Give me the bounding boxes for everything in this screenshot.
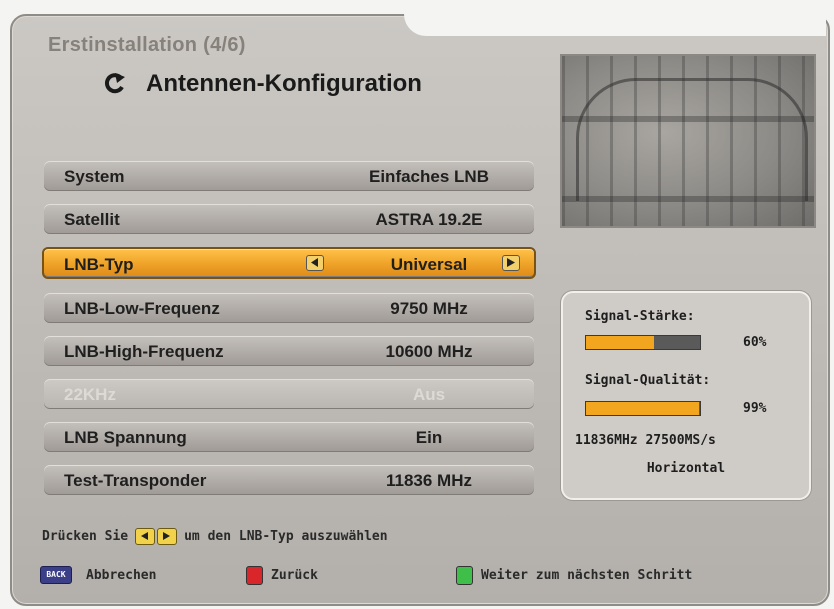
setting-row-satellit[interactable]: Satellit ASTRA 19.2E <box>44 204 534 234</box>
video-preview <box>560 54 816 228</box>
setting-row-lnb-low-frequenz[interactable]: LNB-Low-Frequenz 9750 MHz <box>44 293 534 323</box>
setting-row-22khz: 22KHz Aus <box>44 379 534 409</box>
wizard-step-title: Erstinstallation (4/6) <box>48 34 246 56</box>
setting-value: 10600 MHz <box>385 342 473 361</box>
back-button[interactable]: Zurück <box>246 566 318 585</box>
back-label: Zurück <box>271 568 318 583</box>
setting-label: LNB-Low-Frequenz <box>64 299 220 318</box>
setting-value: ASTRA 19.2E <box>375 210 483 229</box>
setting-value: Ein <box>415 428 443 447</box>
right-key-icon <box>157 528 178 545</box>
signal-quality-bar <box>585 401 701 416</box>
cancel-button[interactable]: BACK Abbrechen <box>40 566 156 584</box>
page-title: Antennen-Konfiguration <box>100 70 422 98</box>
signal-strength-value: 60% <box>743 335 767 350</box>
signal-strength-fill <box>586 336 655 349</box>
setting-value: Universal <box>390 255 468 274</box>
setting-row-system[interactable]: System Einfaches LNB <box>44 161 534 191</box>
red-key-icon <box>246 566 263 585</box>
next-label: Weiter zum nächsten Schritt <box>481 568 693 583</box>
loop-arrow-icon <box>100 71 128 97</box>
setting-row-test-transponder[interactable]: Test-Transponder 11836 MHz <box>44 465 534 495</box>
signal-quality-fill <box>586 402 699 415</box>
setting-label: 22KHz <box>64 385 116 404</box>
panel-tab-cutout <box>404 14 826 36</box>
hint-arrow-keys <box>134 528 178 545</box>
polarization-info: Horizontal <box>646 461 726 476</box>
signal-quality-label: Signal-Qualität: <box>585 373 711 388</box>
back-key-icon: BACK <box>40 566 72 584</box>
transponder-info: 11836MHz 27500MS/s <box>575 433 716 448</box>
hint-suffix: um den LNB-Typ auszuwählen <box>184 529 388 544</box>
setting-value: 11836 MHz <box>386 471 472 490</box>
signal-strength-label: Signal-Stärke: <box>585 309 695 324</box>
setting-label: LNB-High-Frequenz <box>64 342 224 361</box>
left-key-icon <box>135 528 156 545</box>
signal-strength-bar <box>585 335 701 350</box>
next-step-button[interactable]: Weiter zum nächsten Schritt <box>456 566 692 585</box>
right-arrow-icon[interactable] <box>502 255 520 271</box>
left-arrow-icon[interactable] <box>306 255 324 271</box>
signal-info-panel: Signal-Stärke: 60% Signal-Qualität: 99% … <box>561 291 811 500</box>
page-title-text: Antennen-Konfiguration <box>146 70 422 97</box>
green-key-icon <box>456 566 473 585</box>
setting-label: Test-Transponder <box>64 471 207 490</box>
signal-quality-value: 99% <box>743 401 767 416</box>
setting-value: Einfaches LNB <box>369 167 489 186</box>
hint-prefix: Drücken Sie <box>42 529 129 544</box>
cancel-label: Abbrechen <box>86 567 157 583</box>
setting-label: LNB-Typ <box>64 255 134 274</box>
setting-value: 9750 MHz <box>390 299 468 318</box>
setting-row-lnb-high-frequenz[interactable]: LNB-High-Frequenz 10600 MHz <box>44 336 534 366</box>
help-hint: Drücken Sie um den LNB-Typ auszuwählen <box>42 528 388 545</box>
setting-row-lnb-spannung[interactable]: LNB Spannung Ein <box>44 422 534 452</box>
setting-label: LNB Spannung <box>64 428 187 447</box>
setting-value: Aus <box>412 385 446 404</box>
setting-row-lnb-typ[interactable]: LNB-Typ Universal <box>42 247 536 279</box>
setting-label: Satellit <box>64 210 120 229</box>
setting-label: System <box>64 167 125 186</box>
